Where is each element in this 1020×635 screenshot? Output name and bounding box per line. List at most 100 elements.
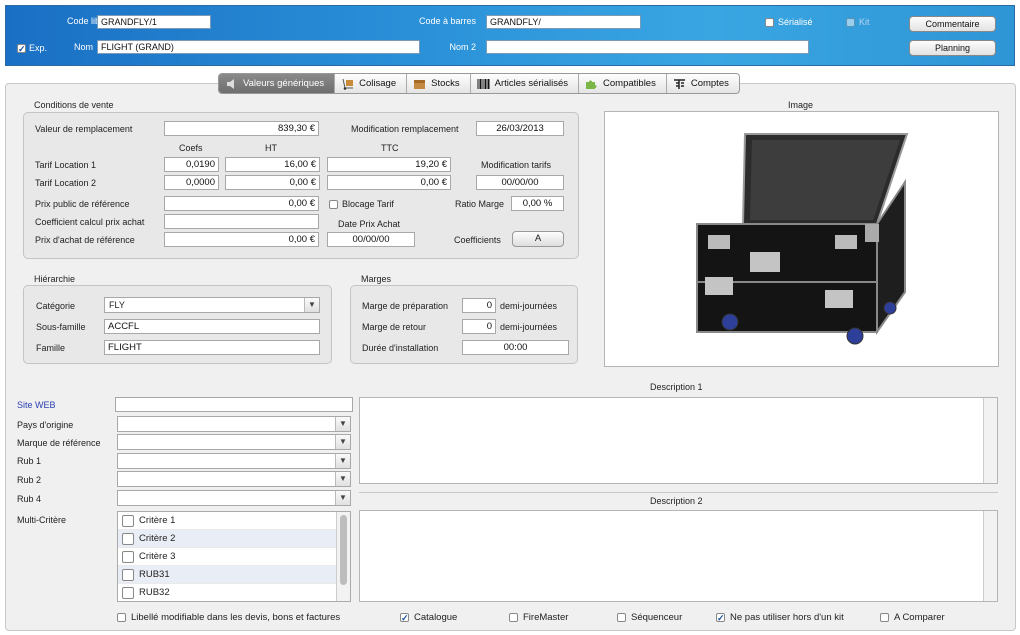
blocage-label: Blocage Tarif xyxy=(342,199,394,209)
marque-select[interactable]: ▼ xyxy=(117,434,351,450)
scrollbar[interactable] xyxy=(983,398,997,483)
code-libre-field[interactable]: GRANDFLY/1 xyxy=(97,15,211,29)
marque-label: Marque de référence xyxy=(17,438,101,448)
catalogue-checkbox[interactable]: ✓ Catalogue xyxy=(400,612,457,623)
tarif2-coef-field[interactable]: 0,0000 xyxy=(164,175,219,190)
product-image[interactable] xyxy=(604,111,999,367)
tarif1-coef-field[interactable]: 0,0190 xyxy=(164,157,219,172)
kit-checkbox[interactable]: Kit xyxy=(846,17,870,27)
commentaire-button[interactable]: Commentaire xyxy=(909,16,996,32)
description1-title: Description 1 xyxy=(650,382,703,392)
multi-critere-label: Multi-Critère xyxy=(17,515,67,525)
chevron-down-icon: ▼ xyxy=(335,454,350,468)
coef-calcul-field[interactable] xyxy=(164,214,319,229)
scrollbar-thumb[interactable] xyxy=(340,515,347,585)
rub1-select[interactable]: ▼ xyxy=(117,453,351,469)
categorie-select[interactable]: FLY ▼ xyxy=(104,297,320,313)
list-item[interactable]: RUB31 xyxy=(118,566,350,584)
a-comparer-checkbox[interactable]: A Comparer xyxy=(880,612,945,623)
ratio-marge-field[interactable]: 0,00 % xyxy=(511,196,564,211)
checkbox-icon xyxy=(122,586,134,599)
tarif2-ht-field[interactable]: 0,00 € xyxy=(225,175,320,190)
tab-compatibles[interactable]: Compatibles xyxy=(579,74,667,93)
modif-remplacement-field[interactable]: 26/03/2013 xyxy=(476,121,564,136)
accounts-icon xyxy=(673,78,685,89)
famille-field[interactable]: FLIGHT xyxy=(104,340,320,355)
description2-textarea[interactable] xyxy=(359,510,998,602)
tarif1-ht-field[interactable]: 16,00 € xyxy=(225,157,320,172)
tab-comptes[interactable]: Comptes xyxy=(667,74,739,93)
nom-field[interactable]: FLIGHT (GRAND) xyxy=(97,40,420,54)
tab-colisage[interactable]: Colisage xyxy=(335,74,408,93)
modif-tarifs-field[interactable]: 00/00/00 xyxy=(476,175,564,190)
blocage-tarif-checkbox[interactable]: Blocage Tarif xyxy=(329,199,394,209)
tab-stocks[interactable]: Stocks xyxy=(407,74,471,93)
prix-achat-label: Prix d'achat de référence xyxy=(35,235,135,245)
divider xyxy=(359,492,998,493)
list-item[interactable]: Critère 3 xyxy=(118,548,350,566)
kit-label: Kit xyxy=(859,17,870,27)
prix-public-field[interactable]: 0,00 € xyxy=(164,196,319,211)
serialise-checkbox[interactable]: Sérialisé xyxy=(765,17,813,27)
prix-achat-field[interactable]: 0,00 € xyxy=(164,232,319,247)
nom2-field[interactable] xyxy=(486,40,809,54)
duree-install-field[interactable]: 00:00 xyxy=(462,340,569,355)
marge-prep-field[interactable]: 0 xyxy=(462,298,496,313)
firemaster-checkbox[interactable]: FireMaster xyxy=(509,612,568,623)
list-item[interactable]: RUB32 xyxy=(118,584,350,601)
marge-retour-label: Marge de retour xyxy=(362,322,427,332)
sous-famille-field[interactable]: ACCFL xyxy=(104,319,320,334)
checkbox-icon xyxy=(122,514,134,527)
chevron-down-icon: ▼ xyxy=(335,491,350,505)
tab-articles-serialises[interactable]: Articles sérialisés xyxy=(471,74,580,93)
tab-valeurs-generiques[interactable]: Valeurs génériques xyxy=(219,74,336,93)
rub4-select[interactable]: ▼ xyxy=(117,490,351,506)
box-icon xyxy=(414,79,426,89)
exp-checkbox[interactable]: ✓ Exp. xyxy=(17,43,47,53)
scrollbar[interactable] xyxy=(983,511,997,601)
flight-case-image xyxy=(696,133,909,345)
famille-label: Famille xyxy=(36,343,66,353)
rub1-label: Rub 1 xyxy=(17,456,42,466)
sequenceur-checkbox[interactable]: Séquenceur xyxy=(617,612,682,623)
tab-label: Compatibles xyxy=(603,78,656,89)
libelle-modifiable-checkbox[interactable]: Libellé modifiable dans les devis, bons … xyxy=(117,612,340,623)
date-prix-field[interactable]: 00/00/00 xyxy=(327,232,415,247)
planning-button[interactable]: Planning xyxy=(909,40,996,56)
description1-textarea[interactable] xyxy=(359,397,998,484)
exp-label: Exp. xyxy=(29,43,48,53)
checkbox-icon xyxy=(509,613,518,622)
pays-origine-select[interactable]: ▼ xyxy=(117,416,351,432)
ne-pas-utiliser-checkbox[interactable]: ✓ Ne pas utiliser hors d'un kit xyxy=(716,612,844,623)
chevron-down-icon: ▼ xyxy=(335,435,350,449)
blocage-check-icon xyxy=(329,199,338,209)
marge-retour-field[interactable]: 0 xyxy=(462,319,496,334)
valeur-remplacement-field[interactable]: 839,30 € xyxy=(164,121,319,136)
hierarchie-title: Hiérarchie xyxy=(34,274,76,284)
ttc-header: TTC xyxy=(381,143,399,153)
list-item[interactable]: Critère 2 xyxy=(118,530,350,548)
categorie-value: FLY xyxy=(109,300,125,310)
ne-pas-label: Ne pas utiliser hors d'un kit xyxy=(730,612,844,623)
tab-label: Articles sérialisés xyxy=(494,78,569,89)
list-item[interactable]: Critère 1 xyxy=(118,512,350,530)
date-prix-label: Date Prix Achat xyxy=(338,219,401,229)
rub2-select[interactable]: ▼ xyxy=(117,471,351,487)
ratio-marge-label: Ratio Marge xyxy=(455,199,505,209)
tarif2-ttc-field[interactable]: 0,00 € xyxy=(327,175,451,190)
coefficients-button[interactable]: A xyxy=(512,231,564,247)
site-web-field[interactable] xyxy=(115,397,353,412)
prix-public-label: Prix public de référence xyxy=(35,199,130,209)
site-web-link[interactable]: Site WEB xyxy=(17,400,56,410)
marge-prep-unit: demi-journées xyxy=(500,301,558,311)
code-barres-field[interactable]: GRANDFLY/ xyxy=(486,15,641,29)
scrollbar[interactable] xyxy=(336,512,350,601)
libelle-label: Libellé modifiable dans les devis, bons … xyxy=(131,612,341,623)
coefs-header: Coefs xyxy=(179,143,203,153)
barcode-icon xyxy=(477,78,490,89)
tab-label: Stocks xyxy=(431,78,460,89)
list-item-label: Critère 2 xyxy=(139,532,176,544)
kit-check-icon xyxy=(846,17,855,27)
tarif1-ttc-field[interactable]: 19,20 € xyxy=(327,157,451,172)
pays-origine-label: Pays d'origine xyxy=(17,420,74,430)
